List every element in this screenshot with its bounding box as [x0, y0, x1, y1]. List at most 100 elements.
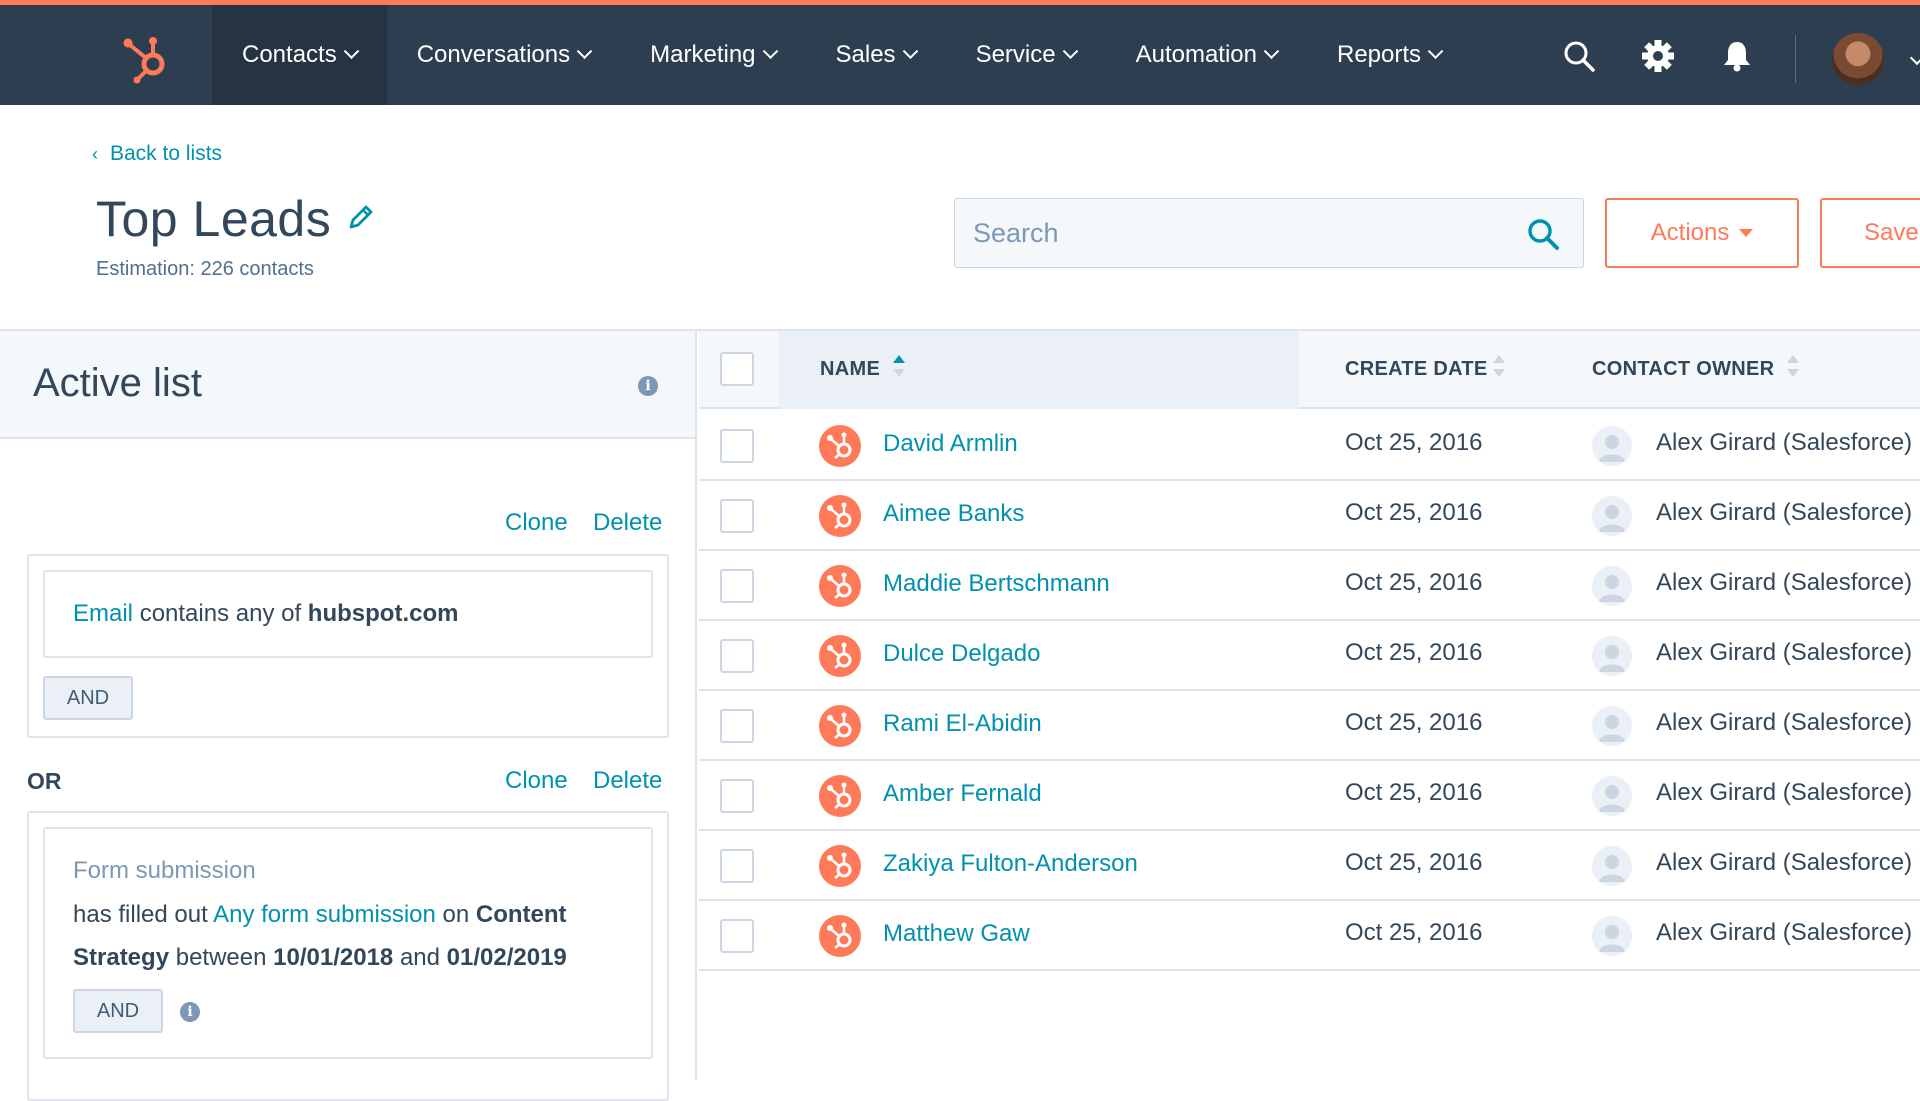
search-box [954, 198, 1584, 268]
avatar[interactable] [1832, 33, 1884, 85]
sort-icon[interactable] [1493, 355, 1505, 381]
nav-sales[interactable]: Sales [806, 5, 946, 105]
filter-property[interactable]: Email [73, 600, 133, 627]
hubspot-contact-icon [819, 915, 861, 957]
owner-avatar-icon [1592, 496, 1632, 536]
contact-name-link[interactable]: Rami El-Abidin [883, 710, 1042, 738]
row-checkbox[interactable] [720, 779, 754, 813]
table-row[interactable]: Dulce Delgado Oct 25, 2016 Alex Girard (Sa… [699, 621, 1920, 691]
nav-label: Contacts [242, 41, 337, 68]
create-date: Oct 25, 2016 [1345, 569, 1483, 596]
back-to-lists-link[interactable]: ‹ Back to lists [92, 142, 222, 166]
delete-link[interactable]: Delete [593, 767, 662, 795]
save-button[interactable]: Save [1820, 198, 1920, 268]
nav-label: Conversations [416, 41, 571, 68]
nav-label: Service [975, 41, 1056, 68]
main-nav: Contacts Conversations Marketing Sales S… [212, 5, 1471, 105]
row-checkbox[interactable] [720, 849, 754, 883]
row-checkbox[interactable] [720, 709, 754, 743]
owner-avatar-icon [1592, 846, 1632, 886]
hubspot-contact-icon [819, 705, 861, 747]
contact-name-link[interactable]: Aimee Banks [883, 500, 1024, 528]
filter-form-link[interactable]: Any form submission [213, 901, 436, 928]
hubspot-logo-icon[interactable] [120, 33, 172, 85]
row-checkbox[interactable] [720, 499, 754, 533]
contact-owner: Alex Girard (Salesforce) [1656, 849, 1913, 876]
filter-group: Email contains any of hubspot.com AND [27, 554, 669, 738]
table-row[interactable]: Maddie Bertschmann Oct 25, 2016 Alex Girar… [699, 551, 1920, 621]
chevron-down-icon [1263, 42, 1280, 59]
search-input[interactable] [973, 211, 1513, 255]
and-button[interactable]: AND [73, 989, 163, 1033]
page-title: Top Leads [96, 191, 332, 247]
hubspot-contact-icon [819, 495, 861, 537]
filter-operator: contains any of [139, 600, 302, 627]
hubspot-contact-icon [819, 565, 861, 607]
contact-name-link[interactable]: David Armlin [883, 430, 1018, 458]
nav-reports[interactable]: Reports [1307, 5, 1471, 105]
row-checkbox[interactable] [720, 639, 754, 673]
create-date: Oct 25, 2016 [1345, 849, 1483, 876]
column-header-name[interactable]: NAME [820, 358, 880, 381]
contact-owner: Alex Girard (Salesforce) [1656, 429, 1913, 456]
gear-icon[interactable] [1641, 39, 1675, 73]
filter-connector: on [442, 901, 470, 928]
edit-pencil-icon[interactable] [346, 202, 376, 232]
table-row[interactable]: Zakiya Fulton-Anderson Oct 25, 2016 Alex G… [699, 831, 1920, 901]
chevron-down-icon [343, 42, 359, 59]
info-icon[interactable]: i [180, 1002, 200, 1022]
nav-automation[interactable]: Automation [1106, 5, 1307, 105]
search-icon[interactable] [1562, 39, 1596, 73]
row-checkbox[interactable] [720, 919, 754, 953]
owner-avatar-icon [1592, 426, 1632, 466]
create-date: Oct 25, 2016 [1345, 709, 1483, 736]
nav-conversations[interactable]: Conversations [387, 5, 620, 105]
contact-name-link[interactable]: Matthew Gaw [883, 920, 1030, 948]
filter-card[interactable]: Email contains any of hubspot.com [43, 570, 653, 658]
contact-name-link[interactable]: Maddie Bertschmann [883, 570, 1110, 598]
filter-card[interactable]: Form submission has filled out Any form … [43, 827, 653, 1059]
and-button[interactable]: AND [43, 676, 133, 720]
table-row[interactable]: Rami El-Abidin Oct 25, 2016 Alex Girard (S… [699, 691, 1920, 761]
actions-button[interactable]: Actions [1605, 198, 1799, 268]
info-icon[interactable]: i [638, 376, 658, 396]
row-checkbox[interactable] [720, 569, 754, 603]
column-header-contact-owner[interactable]: CONTACT OWNER [1592, 358, 1774, 381]
row-checkbox[interactable] [720, 429, 754, 463]
column-header-create-date[interactable]: CREATE DATE [1345, 358, 1488, 381]
owner-avatar-icon [1592, 706, 1632, 746]
back-label: Back to lists [110, 142, 223, 165]
filter-start-date: 10/01/2018 [273, 944, 394, 971]
sort-icon[interactable] [893, 355, 905, 381]
nav-divider [1795, 35, 1796, 83]
nav-service[interactable]: Service [946, 5, 1106, 105]
clone-link[interactable]: Clone [505, 767, 568, 795]
table-row[interactable]: Amber Fernald Oct 25, 2016 Alex Girard (Sa… [699, 761, 1920, 831]
hubspot-contact-icon [819, 775, 861, 817]
table-row[interactable]: Matthew Gaw Oct 25, 2016 Alex Girard (Sale… [699, 901, 1920, 971]
filter-group: Form submission has filled out Any form … [27, 811, 669, 1101]
contact-name-link[interactable]: Dulce Delgado [883, 640, 1040, 668]
contact-name-link[interactable]: Zakiya Fulton-Anderson [883, 850, 1138, 878]
hubspot-contact-icon [819, 635, 861, 677]
contact-name-link[interactable]: Amber Fernald [883, 780, 1042, 808]
actions-label: Actions [1650, 219, 1730, 246]
nav-label: Sales [835, 41, 896, 68]
delete-link[interactable]: Delete [593, 509, 662, 537]
bell-icon[interactable] [1720, 39, 1754, 73]
nav-marketing[interactable]: Marketing [620, 5, 805, 105]
table-row[interactable]: Aimee Banks Oct 25, 2016 Alex Girard (Sale… [699, 481, 1920, 551]
filter-value: Strategy [73, 944, 170, 971]
sort-icon[interactable] [1787, 355, 1799, 381]
table-header: NAME CREATE DATE CONTACT OWNER [699, 331, 1920, 409]
clone-link[interactable]: Clone [505, 509, 568, 537]
nav-contacts[interactable]: Contacts [212, 5, 387, 105]
table-row[interactable]: David Armlin Oct 25, 2016 Alex Girard (Sal… [699, 411, 1920, 481]
chevron-left-icon: ‹ [92, 144, 98, 164]
filter-operator: has filled out [73, 901, 208, 928]
search-icon[interactable] [1525, 216, 1561, 252]
select-all-checkbox[interactable] [720, 352, 754, 386]
contact-owner: Alex Girard (Salesforce) [1656, 499, 1913, 526]
chevron-down-icon[interactable] [1909, 50, 1920, 66]
hubspot-contact-icon [819, 425, 861, 467]
